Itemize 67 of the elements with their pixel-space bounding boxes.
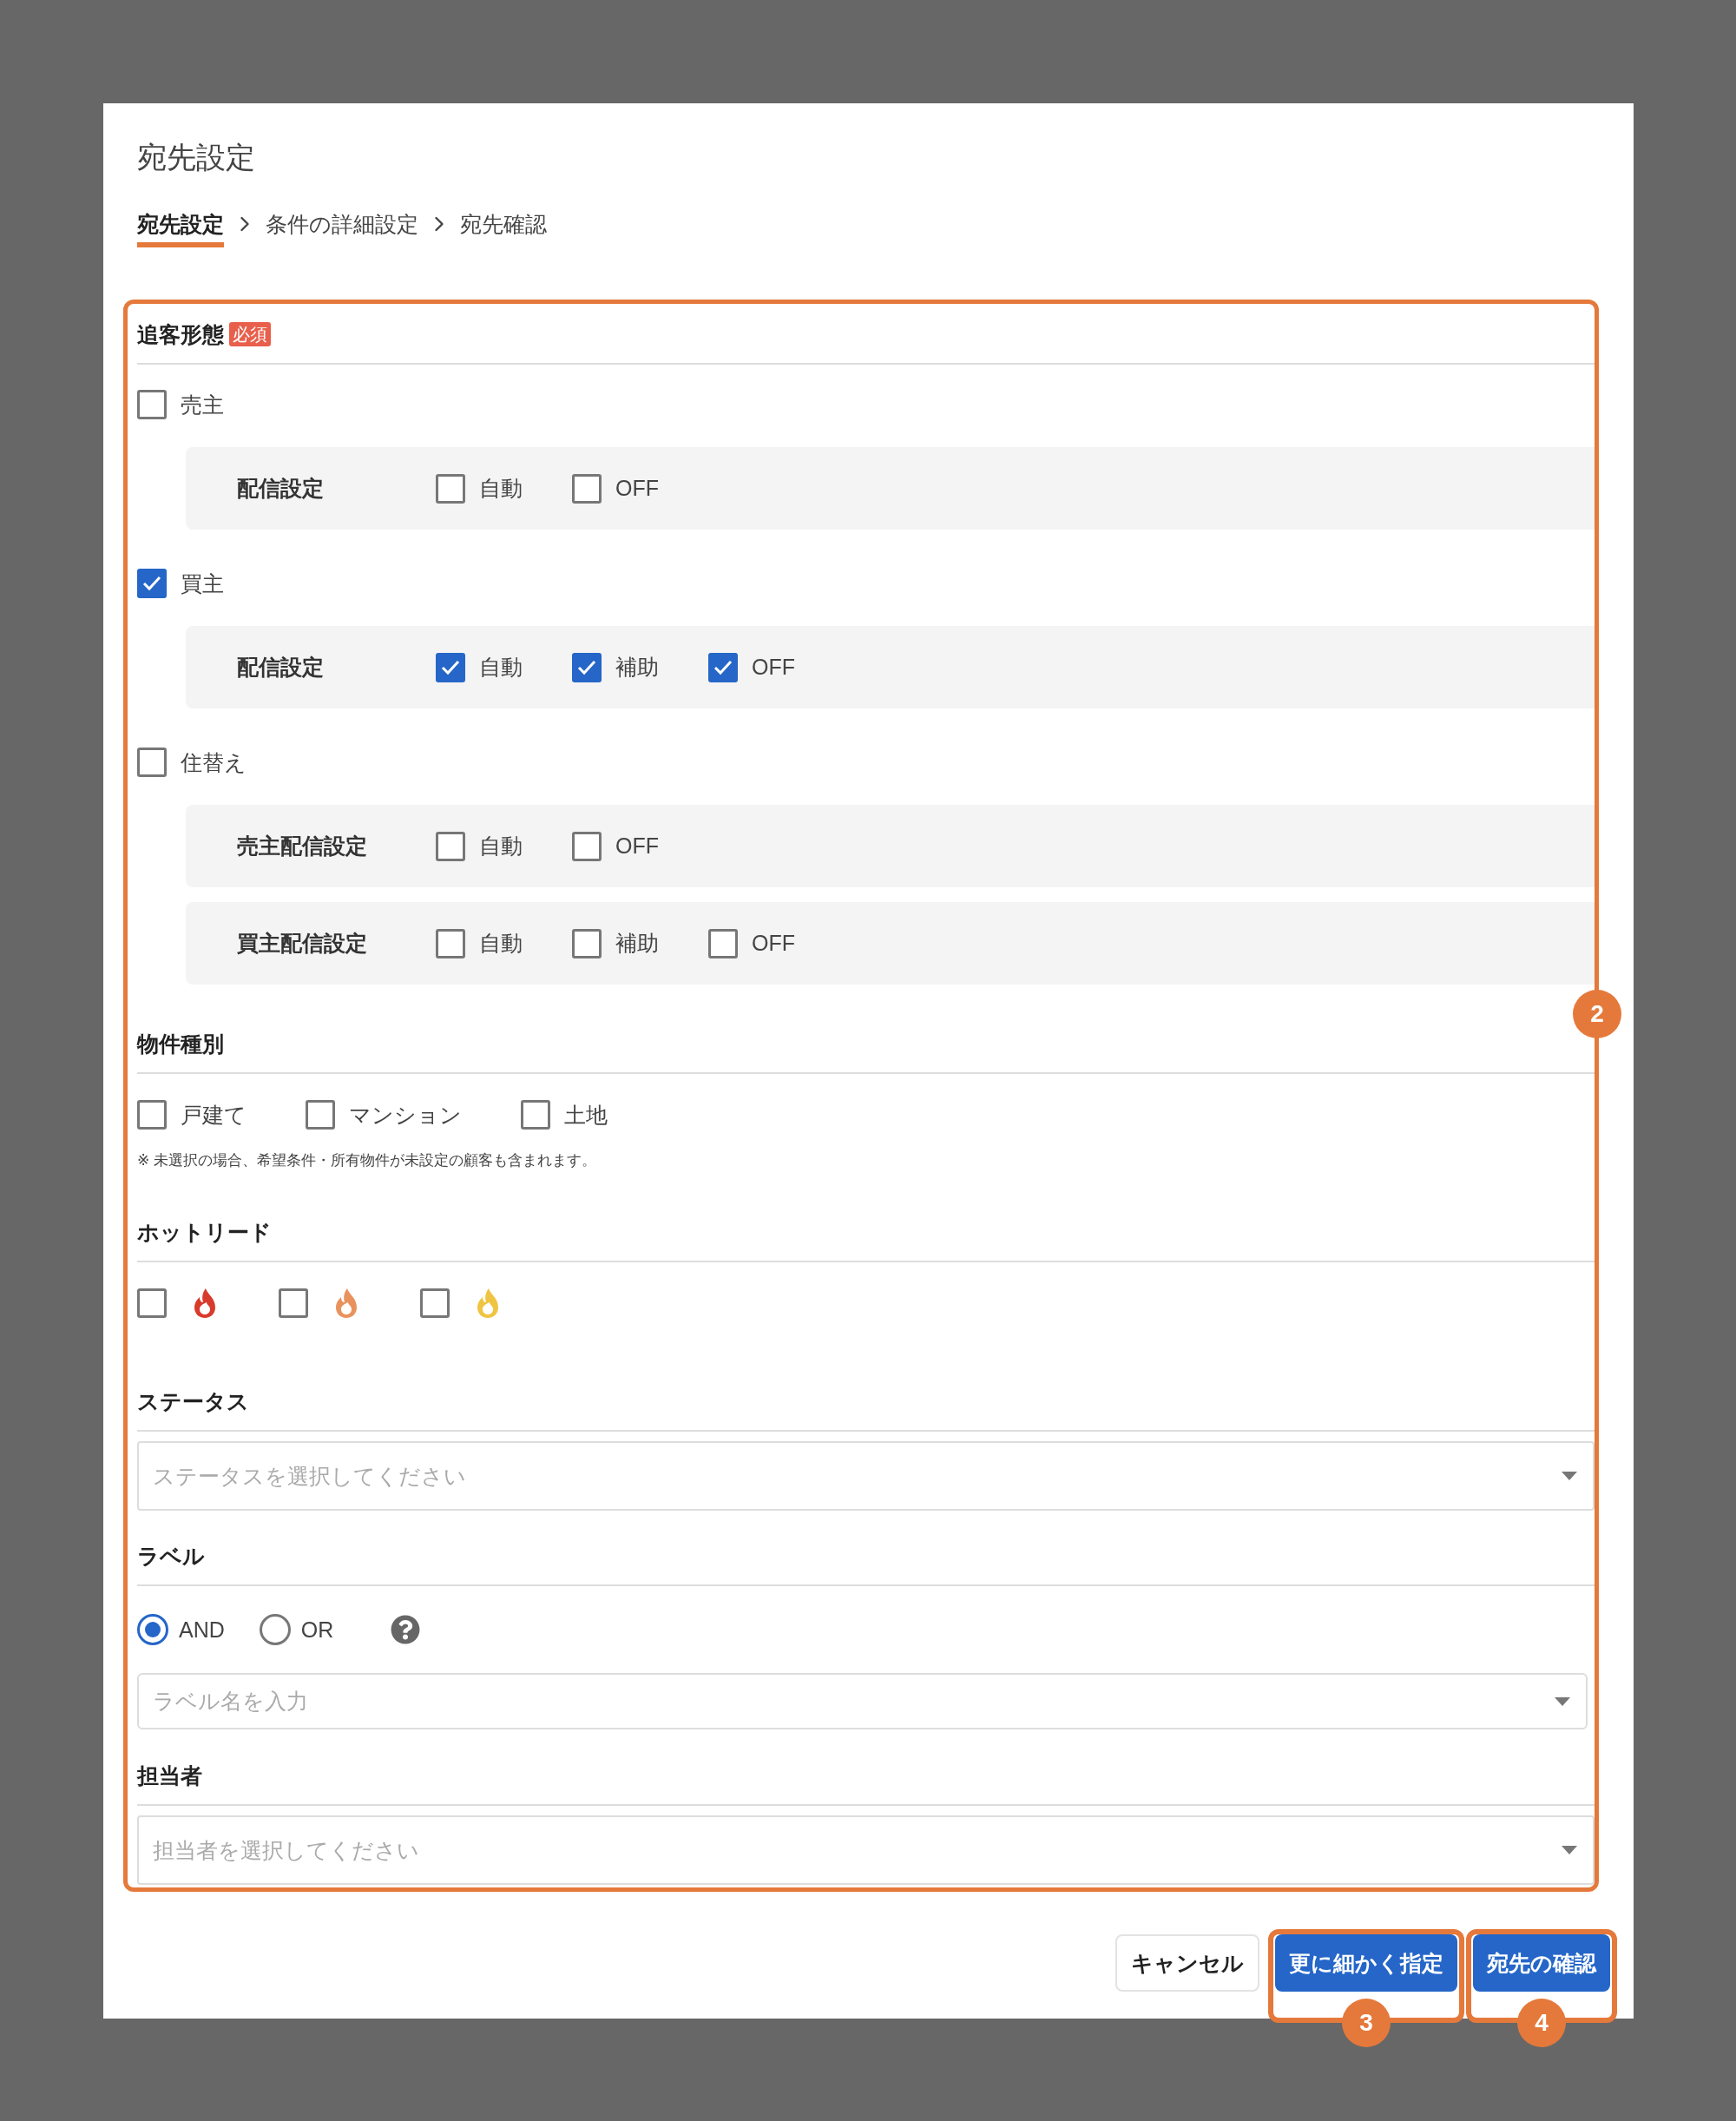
checkbox[interactable] xyxy=(137,390,167,419)
checkbox[interactable] xyxy=(137,569,167,598)
step-tab[interactable]: 条件の詳細設定 xyxy=(266,209,418,247)
step-tab[interactable]: 宛先確認 xyxy=(460,209,547,247)
section-heading: ホットリード xyxy=(137,1219,272,1245)
checkbox[interactable] xyxy=(572,473,602,504)
callout-badge: 3 xyxy=(1342,1999,1391,2047)
checkbox-option[interactable]: 自動 xyxy=(436,831,572,861)
checkbox[interactable] xyxy=(572,831,602,861)
checkbox-option[interactable]: 買主 xyxy=(137,569,224,598)
checkbox-option[interactable]: 自動 xyxy=(436,652,572,682)
required-badge: 必須 xyxy=(229,322,271,346)
setting-label: 配信設定 xyxy=(237,475,325,502)
checkbox[interactable] xyxy=(572,652,602,682)
checkbox-option[interactable]: マンション xyxy=(306,1100,462,1130)
callout-badge: 2 xyxy=(1573,990,1621,1038)
cancel-button[interactable]: キャンセル xyxy=(1115,1934,1259,1992)
checkbox-option[interactable]: OFF xyxy=(572,831,708,861)
checkbox-option[interactable]: 戸建て xyxy=(137,1100,247,1130)
check-icon xyxy=(713,658,733,676)
checkbox[interactable] xyxy=(436,831,465,861)
section-heading: ステータス xyxy=(137,1388,249,1414)
checkbox[interactable] xyxy=(137,1100,167,1130)
note-text: ※ 未選択の場合、希望条件・所有物件が未設定の顧客も含まれます。 xyxy=(137,1152,597,1169)
check-icon xyxy=(440,658,461,676)
check-icon xyxy=(576,658,597,676)
checkbox[interactable] xyxy=(279,1288,308,1318)
setting-label: 配信設定 xyxy=(237,654,325,681)
checkbox-option[interactable]: OFF xyxy=(572,473,708,504)
section-heading: 物件種別 xyxy=(137,1031,224,1057)
callout-badge: 4 xyxy=(1517,1999,1566,2047)
checkbox[interactable] xyxy=(521,1100,550,1130)
check-icon xyxy=(141,575,162,592)
checkbox-option[interactable]: 土地 xyxy=(521,1100,608,1130)
radio-option[interactable]: AND xyxy=(137,1614,225,1645)
radio-option[interactable]: OR xyxy=(259,1614,334,1645)
section-heading: ラベル xyxy=(137,1543,205,1569)
dropdown-caret-icon xyxy=(1562,1472,1577,1480)
checkbox[interactable] xyxy=(436,473,465,504)
checkbox[interactable] xyxy=(708,652,738,682)
step-tab[interactable]: 宛先設定 xyxy=(137,209,224,247)
dropdown-caret-icon xyxy=(1555,1696,1570,1706)
checkbox[interactable] xyxy=(436,928,465,958)
checkbox-option[interactable]: 住替え xyxy=(137,748,247,777)
checkbox-option[interactable]: 売主 xyxy=(137,390,224,419)
checkbox-option[interactable]: 自動 xyxy=(436,473,572,504)
dialog-title: 宛先設定 xyxy=(137,140,256,175)
checkbox[interactable] xyxy=(572,928,602,958)
primary-button[interactable]: 更に細かく指定 xyxy=(1275,1934,1457,1992)
checkbox-option[interactable]: 補助 xyxy=(572,652,708,682)
checkbox[interactable] xyxy=(420,1288,450,1318)
setting-label: 買主配信設定 xyxy=(237,930,368,957)
checkbox[interactable] xyxy=(137,748,167,777)
checkbox[interactable] xyxy=(306,1100,335,1130)
checkbox[interactable] xyxy=(436,652,465,682)
dropdown-caret-icon xyxy=(1562,1846,1577,1854)
checkbox-option[interactable]: OFF xyxy=(708,928,845,958)
checkbox-option[interactable]: OFF xyxy=(708,652,845,682)
setting-label: 売主配信設定 xyxy=(237,833,368,860)
checkbox[interactable] xyxy=(137,1288,167,1318)
help-icon[interactable] xyxy=(391,1615,421,1644)
checkbox-option[interactable]: 自動 xyxy=(436,928,572,958)
section-heading: 追客形態 xyxy=(137,321,224,347)
checkbox[interactable] xyxy=(708,928,738,958)
section-heading: 担当者 xyxy=(137,1762,202,1788)
primary-button[interactable]: 宛先の確認 xyxy=(1473,1934,1610,1992)
checkbox-option[interactable]: 補助 xyxy=(572,928,708,958)
